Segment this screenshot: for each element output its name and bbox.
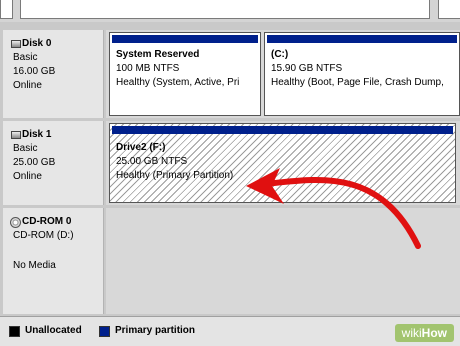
disk-name: CD-ROM 0 bbox=[22, 216, 72, 227]
disk-label[interactable]: CD-ROM 0 CD-ROM (D:) No Media bbox=[3, 208, 104, 314]
partition-bar bbox=[112, 35, 258, 43]
cdrom-row[interactable]: CD-ROM 0 CD-ROM (D:) No Media bbox=[0, 208, 460, 314]
partition-bar bbox=[112, 126, 453, 134]
disk-size: 16.00 GB bbox=[13, 66, 56, 77]
disk-status: Online bbox=[13, 80, 42, 91]
disk-row-1[interactable]: Disk 1 Basic 25.00 GB Online Drive2 (F:)… bbox=[0, 121, 460, 205]
disk-icon bbox=[11, 131, 21, 139]
disk-type: CD-ROM (D:) bbox=[13, 230, 74, 241]
volume-health: Healthy (System, Active, Pri bbox=[116, 77, 240, 88]
disk-size: 25.00 GB bbox=[13, 157, 56, 168]
header-cell bbox=[438, 0, 460, 19]
volume-health: Healthy (Primary Partition) bbox=[116, 170, 234, 181]
disk-label[interactable]: Disk 0 Basic 16.00 GB Online bbox=[3, 30, 104, 118]
cd-rom-icon bbox=[10, 217, 21, 228]
volume-detail: 15.90 GB NTFS bbox=[271, 63, 343, 74]
legend-swatch-unallocated bbox=[9, 326, 20, 337]
disk-row-0[interactable]: Disk 0 Basic 16.00 GB Online System Rese… bbox=[0, 30, 460, 118]
volume-detail: 100 MB NTFS bbox=[116, 63, 180, 74]
disk-type: Basic bbox=[13, 143, 38, 154]
disk-name: Disk 0 bbox=[22, 38, 52, 49]
disk-type: Basic bbox=[13, 52, 38, 63]
volume-area bbox=[106, 208, 460, 314]
disk-label[interactable]: Disk 1 Basic 25.00 GB Online bbox=[3, 121, 104, 205]
volume-title: Drive2 (F:) bbox=[116, 142, 166, 153]
volume-area: Drive2 (F:) 25.00 GB NTFS Healthy (Prima… bbox=[106, 121, 460, 205]
legend-swatch-primary bbox=[99, 326, 110, 337]
header-cell bbox=[0, 0, 13, 19]
wikihow-watermark: wikiHow bbox=[394, 324, 454, 342]
volume-title: (C:) bbox=[271, 49, 289, 60]
disk-icon bbox=[11, 40, 21, 48]
disk-name: Disk 1 bbox=[22, 129, 52, 140]
header-cell bbox=[20, 0, 430, 19]
volume-detail: 25.00 GB NTFS bbox=[116, 156, 188, 167]
volume-health: Healthy (Boot, Page File, Crash Dump, bbox=[271, 77, 444, 88]
legend-label-primary: Primary partition bbox=[115, 325, 196, 336]
volume-system-reserved[interactable]: System Reserved 100 MB NTFS Healthy (Sys… bbox=[109, 32, 261, 116]
partition-bar bbox=[267, 35, 457, 43]
column-header-strip bbox=[0, 0, 460, 22]
volume-c[interactable]: (C:) 15.90 GB NTFS Healthy (Boot, Page F… bbox=[264, 32, 460, 116]
volume-title: System Reserved bbox=[116, 49, 200, 60]
disk-status: No Media bbox=[13, 260, 56, 271]
legend-label-unallocated: Unallocated bbox=[25, 325, 82, 336]
disk-status: Online bbox=[13, 171, 42, 182]
volume-area: System Reserved 100 MB NTFS Healthy (Sys… bbox=[106, 30, 460, 118]
legend: Unallocated Primary partition wikiHow bbox=[0, 316, 460, 346]
volume-drive2-f[interactable]: Drive2 (F:) 25.00 GB NTFS Healthy (Prima… bbox=[109, 123, 456, 203]
